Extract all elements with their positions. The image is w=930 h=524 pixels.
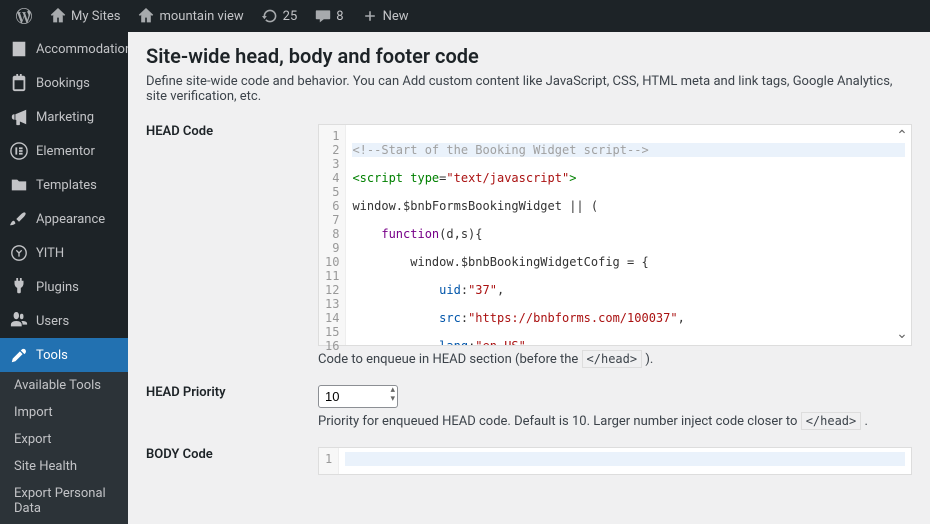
sidebar-item-label: YITH [36, 246, 64, 261]
sidebar-item-marketing[interactable]: Marketing [0, 100, 128, 134]
brush-icon [10, 210, 28, 228]
code-area[interactable] [339, 448, 911, 474]
scroll-down-icon[interactable]: ⌄ [895, 327, 909, 341]
head-code-help: Code to enqueue in HEAD section (before … [318, 352, 912, 367]
wp-logo[interactable] [8, 0, 40, 32]
wordpress-icon [16, 8, 32, 24]
sidebar-item-label: Tools [36, 348, 68, 363]
body-code-label: BODY Code [146, 447, 318, 475]
users-icon [10, 312, 28, 330]
sidebar-item-label: Users [36, 314, 69, 329]
elementor-icon [10, 142, 28, 160]
submenu-export-personal-data[interactable]: Export Personal Data [0, 480, 128, 522]
line-gutter: 12345678910111213141516 [319, 125, 346, 345]
folder-icon [10, 176, 28, 194]
head-priority-help: Priority for enqueued HEAD code. Default… [318, 414, 912, 429]
updates-count: 25 [283, 9, 298, 24]
comment-icon [315, 8, 331, 24]
site-name-label: mountain view [159, 9, 243, 24]
plus-icon [362, 8, 378, 24]
head-code-label: HEAD Code [146, 124, 318, 367]
sidebar-item-plugins[interactable]: Plugins [0, 270, 128, 304]
my-sites-link[interactable]: My Sites [42, 0, 128, 32]
sidebar-item-accommodation[interactable]: Accommodation [0, 32, 128, 66]
sidebar-item-label: Marketing [36, 110, 94, 125]
page-description: Define site-wide code and behavior. You … [146, 74, 912, 104]
admin-sidebar: Accommodation Bookings Marketing Element… [0, 32, 128, 524]
head-priority-input[interactable] [318, 385, 398, 408]
wrench-icon [10, 346, 28, 364]
sidebar-item-label: Elementor [36, 144, 95, 159]
building-icon [10, 40, 28, 58]
body-code-editor[interactable]: 1 [318, 447, 912, 475]
new-link[interactable]: New [354, 0, 417, 32]
sidebar-item-appearance[interactable]: Appearance [0, 202, 128, 236]
calendar-icon [10, 74, 28, 92]
sidebar-item-label: Accommodation [36, 42, 128, 57]
admin-toolbar: My Sites mountain view 25 8 New [0, 0, 930, 32]
site-name-link[interactable]: mountain view [130, 0, 251, 32]
head-priority-label: HEAD Priority [146, 385, 318, 429]
sidebar-item-elementor[interactable]: Elementor [0, 134, 128, 168]
sidebar-item-label: Appearance [36, 212, 105, 227]
sidebar-item-label: Plugins [36, 280, 79, 295]
spinner-icon[interactable]: ▴▾ [390, 386, 395, 404]
comments-link[interactable]: 8 [307, 0, 351, 32]
sidebar-item-tools[interactable]: Tools [0, 338, 128, 372]
submenu-import[interactable]: Import [0, 399, 128, 426]
sidebar-item-yith[interactable]: YITH [0, 236, 128, 270]
head-code-editor[interactable]: 12345678910111213141516 <!--Start of the… [318, 124, 912, 346]
megaphone-icon [10, 108, 28, 126]
comments-count: 8 [336, 9, 343, 24]
scroll-up-icon[interactable]: ⌃ [895, 129, 909, 143]
sidebar-item-users[interactable]: Users [0, 304, 128, 338]
sidebar-item-label: Templates [36, 178, 97, 193]
tools-submenu: Available Tools Import Export Site Healt… [0, 372, 128, 524]
sidebar-item-templates[interactable]: Templates [0, 168, 128, 202]
my-sites-label: My Sites [71, 9, 120, 24]
sidebar-item-label: Bookings [36, 76, 90, 91]
yith-icon [10, 244, 28, 262]
line-gutter: 1 [319, 448, 339, 474]
plug-icon [10, 278, 28, 296]
sidebar-item-bookings[interactable]: Bookings [0, 66, 128, 100]
submenu-export[interactable]: Export [0, 426, 128, 453]
updates-link[interactable]: 25 [254, 0, 306, 32]
submenu-site-health[interactable]: Site Health [0, 453, 128, 480]
new-label: New [383, 9, 409, 24]
home-icon [50, 8, 66, 24]
refresh-icon [262, 8, 278, 24]
submenu-available-tools[interactable]: Available Tools [0, 372, 128, 399]
code-area[interactable]: <!--Start of the Booking Widget script--… [346, 125, 911, 345]
page-title: Site-wide head, body and footer code [146, 44, 912, 68]
main-content: Site-wide head, body and footer code Def… [128, 32, 930, 524]
home-icon [138, 8, 154, 24]
